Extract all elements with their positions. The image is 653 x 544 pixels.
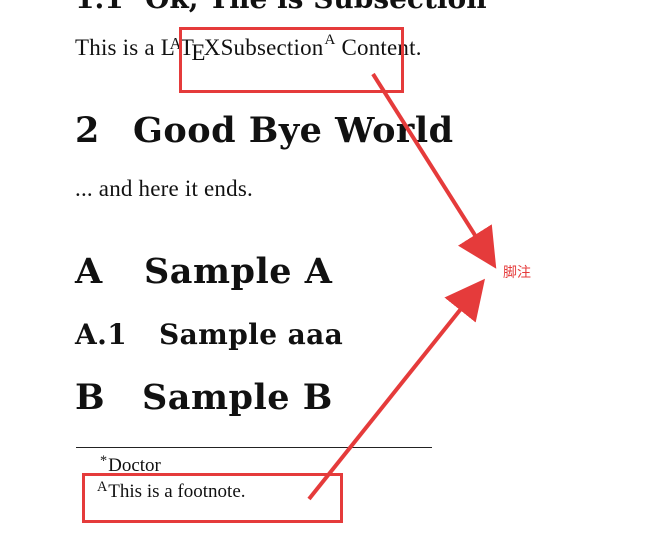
annotation-arrows (307, 72, 497, 501)
arrow-from-footnote (307, 278, 485, 501)
arrow-from-reference (371, 72, 497, 269)
